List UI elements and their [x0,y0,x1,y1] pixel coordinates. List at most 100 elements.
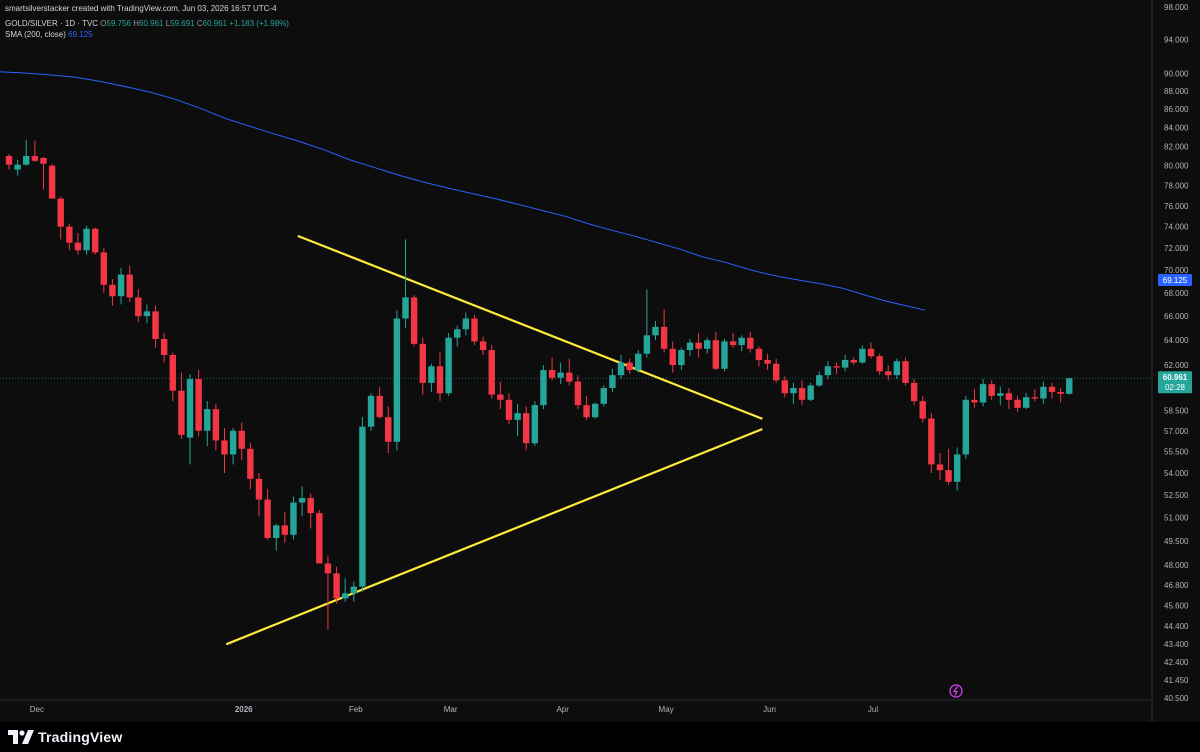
candle [919,395,926,423]
candle [695,332,702,358]
y-tick-label: 80.000 [1164,162,1189,171]
candle-body [548,370,556,378]
candle-body [40,157,47,164]
candle-body [1005,393,1013,400]
y-tick-label: 41.450 [1164,676,1189,685]
candle [928,413,935,474]
candle-body [436,366,444,394]
sma-value: 69.125 [68,30,93,39]
candle-body [5,155,13,165]
candle [221,428,228,474]
candle-body [152,311,159,339]
y-tick-label: 45.600 [1164,601,1189,610]
y-tick-label: 76.000 [1164,202,1189,211]
candle-body [204,409,211,431]
y-tick-label: 55.500 [1164,448,1189,457]
y-tick-label: 40.500 [1164,694,1189,703]
candle [988,380,995,400]
candle-body [48,165,56,199]
candle-body [100,252,108,285]
last-price-badge-label: 60.961 [1163,373,1188,382]
candle [307,493,314,529]
candle-body [945,470,952,482]
candle-body [841,359,849,368]
y-tick-label: 72.000 [1164,244,1189,253]
candle [436,352,444,402]
chart-plot[interactable]: 98.000 94.000 90.000 88.000 86.000 84.000 82.0… [0,0,1200,752]
candle-body [31,155,39,161]
candle-body [635,353,642,371]
candle [1031,389,1038,402]
candle-body [755,348,763,360]
y-tick-label: 94.000 [1164,36,1189,45]
y-tick-label: 82.000 [1164,142,1189,151]
candle-body [833,366,840,368]
y-tick-label: 57.000 [1164,427,1189,436]
candle [712,331,720,371]
candle-body [824,366,832,376]
y-tick-label: 70.000 [1164,266,1189,275]
x-tick-label: 2026 [235,705,253,714]
candle [178,372,185,440]
candle [117,267,125,305]
candle-body [92,228,99,253]
y-tick-label: 48.000 [1164,561,1189,570]
candle-body [712,340,720,369]
sma-line [0,71,926,311]
tradingview-logo[interactable]: TradingView [8,727,122,747]
candle-body [454,329,461,338]
candle-body [919,401,926,419]
sma-label[interactable]: SMA (200, close) [5,30,66,39]
candle [824,361,832,380]
candle [600,385,607,407]
candle [566,358,573,386]
candle [669,341,676,373]
ohlc-high: H60.961 [133,19,164,28]
trendline-lower [225,428,763,646]
candle [23,139,30,166]
candle-body [229,430,237,455]
candle [367,393,375,431]
x-tick-label: Jun [763,705,776,714]
candle [626,358,633,374]
candle-body [807,385,814,400]
candle [402,239,409,329]
candle [83,225,90,255]
candle-body [816,375,823,386]
candle [867,342,875,359]
candle-body [471,318,478,342]
candle-body [859,348,866,363]
candle [238,422,245,461]
y-tick-label: 66.000 [1164,312,1189,321]
candle-body [195,379,202,431]
candle-body [643,335,651,354]
candle [48,163,56,199]
time-axis: Dec 2026 Feb Mar Apr May Jun Jul [30,705,879,714]
candle-body [1066,378,1073,394]
candle [316,510,323,564]
candle-body [1014,399,1021,408]
candle [66,223,73,251]
candle [454,325,461,347]
candle-body [307,498,314,514]
candle [1048,382,1056,399]
candle-body [479,341,487,351]
candle [523,406,530,451]
candle [100,248,108,293]
candle-body [350,586,357,594]
candle-body [600,388,607,404]
candle-body [169,354,176,391]
candle-body [591,403,599,418]
candle-body [798,388,806,400]
candle [859,345,866,364]
candle-body [747,337,754,349]
candle-body [255,478,263,500]
candle [721,338,728,372]
lightning-icon[interactable] [949,684,963,698]
candle [1057,388,1064,403]
candle [979,379,987,407]
candle [341,578,349,602]
symbol-name[interactable]: GOLD/SILVER · 1D · TVC [5,19,98,28]
candle [410,295,418,347]
candle-body [609,375,616,389]
